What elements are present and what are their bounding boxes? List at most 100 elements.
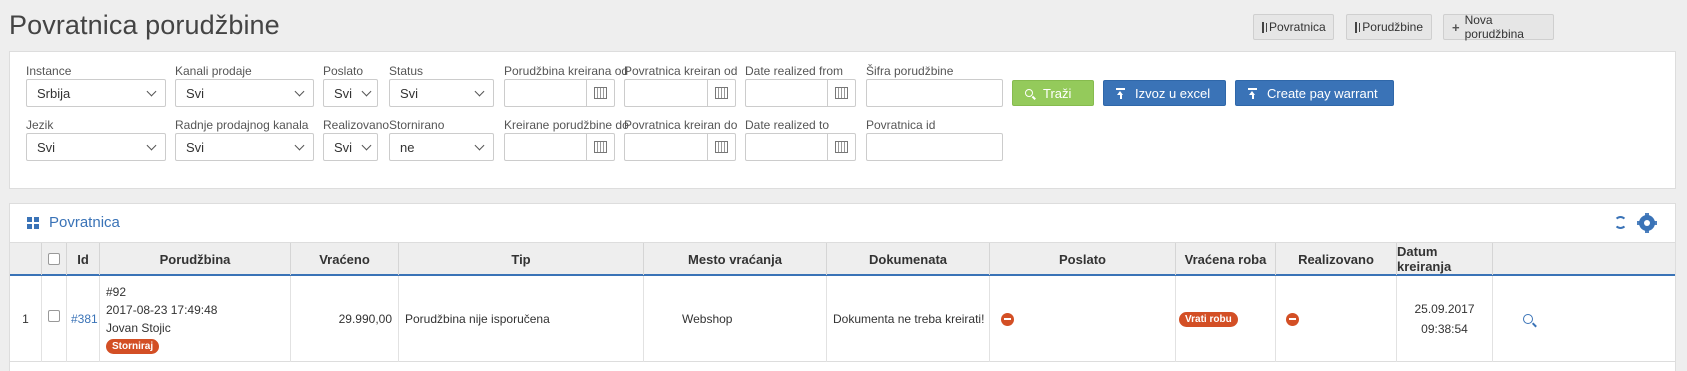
calendar-icon[interactable] [827,80,855,106]
create-pay-warrant-label: Create pay warrant [1267,85,1378,101]
calendar-icon[interactable] [707,134,735,160]
kanali-label: Kanali prodaje [175,64,252,78]
calendar-icon[interactable] [827,134,855,160]
nova-porudzbina-label: Nova porudžbina [1464,13,1524,41]
column-header-realizovano[interactable]: Realizovano [1275,243,1396,275]
chevron-down-icon [361,140,372,151]
jezik-label: Jezik [26,118,54,132]
column-header-actions [1492,243,1675,275]
select-all-checkbox[interactable] [48,253,60,265]
jezik-value: Svi [37,139,56,155]
vrati-robu-badge[interactable]: Vrati robu [1179,311,1238,327]
povratnica-kreiran-od-input[interactable] [624,79,736,107]
instance-select[interactable]: Srbija [26,79,166,107]
chevron-down-icon [294,86,305,97]
datum-cell: 25.09.2017 09:38:54 [1396,276,1492,362]
storniraj-badge[interactable]: Storniraj [106,338,160,354]
row-checkbox-cell [41,276,66,362]
date-realized-from-label: Date realized from [745,64,844,78]
calendar-icon[interactable] [586,80,614,106]
nova-porudzbina-button[interactable]: + Nova porudžbina [1443,13,1554,41]
plus-icon: + [1452,19,1460,35]
trazi-button[interactable]: Traži [1012,80,1094,106]
kanali-select[interactable]: Svi [175,79,314,107]
poslato-value: Svi [334,85,353,101]
izvoz-excel-label: Izvoz u excel [1135,85,1211,101]
search-icon [1025,89,1033,97]
minus-circle-icon [1286,312,1299,326]
column-header-porudzbina[interactable]: Porudžbina [99,243,290,275]
realizovano-cell [1275,276,1396,362]
vraceno-cell: 29.990,00 [290,276,398,362]
column-header-datum[interactable]: Datum kreiranja [1396,243,1492,275]
stornirano-value: ne [400,139,415,155]
upload-icon [1248,87,1257,99]
date-realized-from-input[interactable] [745,79,856,107]
refresh-icon[interactable] [1614,216,1627,229]
status-select[interactable]: Svi [389,79,494,107]
trazi-label: Traži [1043,85,1072,101]
grid-panel: Povratnica Id Porudžbina Vraćeno Tip Mes… [9,203,1676,371]
povratnica-id-input[interactable] [866,133,1003,161]
create-pay-warrant-button[interactable]: Create pay warrant [1235,80,1394,106]
chevron-down-icon [146,86,157,97]
povratnica-kreiran-do-input[interactable] [624,133,736,161]
table-row[interactable]: 1 #381 #92 2017-08-23 17:49:48 Jovan Sto… [10,276,1675,362]
order-number: #92 [106,284,127,299]
row-number: 1 [22,312,29,326]
kreirane-do-input[interactable] [504,133,615,161]
column-header-poslato[interactable]: Poslato [989,243,1175,275]
calendar-icon[interactable] [586,134,614,160]
povratnica-button[interactable]: Povratnica [1253,14,1334,40]
realizovano-label: Realizovano [323,118,390,132]
chevron-down-icon [474,140,485,151]
realizovano-select[interactable]: Svi [323,133,378,161]
column-header-tip[interactable]: Tip [398,243,643,275]
kreirane-do-label: Kreirane porudžbine do [504,118,629,132]
status-label: Status [389,64,424,78]
datum-time: 09:38:54 [1421,322,1468,336]
poslato-select[interactable]: Svi [323,79,378,107]
grid-title: Povratnica [49,214,120,231]
sifra-input[interactable] [866,79,1003,107]
jezik-select[interactable]: Svi [26,133,166,161]
radnje-select[interactable]: Svi [175,133,314,161]
column-header-vracena-roba[interactable]: Vraćena roba [1175,243,1275,275]
porudzbine-button[interactable]: Porudžbine [1346,14,1432,40]
povratnica-kreiran-od-label: Povratnica kreiran od [624,64,738,78]
select-all-cell [41,243,66,275]
realizovano-value: Svi [334,139,353,155]
search-icon[interactable] [1523,314,1533,324]
grid-header: Povratnica [10,204,1675,242]
calendar-icon[interactable] [707,80,735,106]
poslato-cell [989,276,1175,362]
instance-label: Instance [26,64,72,78]
vracena-roba-cell: Vrati robu [1175,276,1275,362]
radnje-value: Svi [186,139,205,155]
row-id-link[interactable]: #381 [66,276,99,362]
tip-cell: Porudžbina nije isporučena [398,276,643,362]
tiles-icon [27,217,39,229]
status-value: Svi [400,85,419,101]
minus-circle-icon [1001,312,1014,326]
sifra-label: Šifra porudžbine [866,64,954,78]
kanali-value: Svi [186,85,205,101]
porudzbina-kreirana-od-input[interactable] [504,79,615,107]
povratnica-kreiran-do-label: Povratnica kreiran do [624,118,738,132]
chevron-down-icon [474,86,485,97]
izvoz-excel-button[interactable]: Izvoz u excel [1103,80,1226,106]
column-header-dokumenata[interactable]: Dokumenata [826,243,989,275]
poslato-label: Poslato [323,64,364,78]
row-checkbox[interactable] [48,310,60,322]
instance-value: Srbija [37,85,71,101]
mesto-cell: Webshop [643,276,826,362]
gear-icon[interactable] [1637,213,1657,233]
column-header-mesto[interactable]: Mesto vraćanja [643,243,826,275]
date-realized-to-input[interactable] [745,133,856,161]
column-header-vraceno[interactable]: Vraćeno [290,243,398,275]
povratnica-id-label: Povratnica id [866,118,936,132]
stornirano-select[interactable]: ne [389,133,494,161]
stornirano-label: Stornirano [389,118,445,132]
column-header-id[interactable]: Id [66,243,99,275]
order-date: 2017-08-23 17:49:48 [106,302,218,317]
